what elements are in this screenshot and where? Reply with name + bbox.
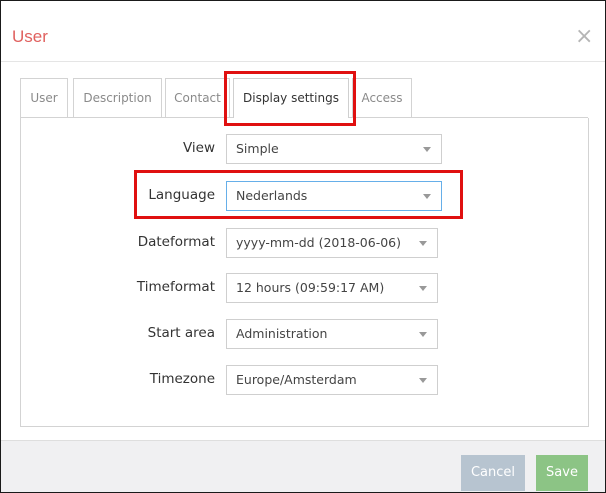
dateformat-select-value: yyyy-mm-dd (2018-06-06) [236, 235, 401, 250]
dialog-title: User [12, 27, 48, 46]
timeformat-select-value: 12 hours (09:59:17 AM) [236, 280, 385, 295]
highlight-box-language [134, 170, 463, 219]
dialog-footer: Cancel Save [1, 440, 605, 492]
chevron-down-icon [419, 378, 427, 383]
chevron-down-icon [419, 241, 427, 246]
cancel-button[interactable]: Cancel [461, 455, 525, 491]
start-area-select-value: Administration [236, 326, 328, 341]
chevron-down-icon [419, 332, 427, 337]
start-area-label: Start area [147, 325, 215, 341]
timeformat-select[interactable]: 12 hours (09:59:17 AM) [226, 273, 438, 303]
timezone-select[interactable]: Europe/Amsterdam [226, 365, 438, 395]
tab-contact[interactable]: Contact [165, 78, 230, 117]
timezone-select-value: Europe/Amsterdam [236, 372, 357, 387]
view-select[interactable]: Simple [226, 134, 442, 164]
dialog-header: User × [1, 1, 605, 62]
dateformat-label: Dateformat [137, 234, 215, 250]
dateformat-select[interactable]: yyyy-mm-dd (2018-06-06) [226, 228, 438, 258]
view-label: View [182, 140, 215, 156]
tab-description[interactable]: Description [73, 78, 162, 117]
highlight-box-tab [224, 71, 356, 126]
save-button[interactable]: Save [536, 455, 588, 491]
tab-user[interactable]: User [20, 78, 68, 117]
user-dialog: User × User Description Contact Display … [0, 0, 606, 493]
view-select-value: Simple [236, 141, 279, 156]
close-icon[interactable]: × [575, 26, 593, 48]
timeformat-label: Timeformat [136, 279, 215, 295]
start-area-select[interactable]: Administration [226, 319, 438, 349]
dialog-body: User Description Contact Display setting… [1, 62, 605, 439]
tab-access[interactable]: Access [352, 78, 412, 117]
chevron-down-icon [419, 286, 427, 291]
timezone-label: Timezone [149, 371, 215, 387]
chevron-down-icon [423, 147, 431, 152]
